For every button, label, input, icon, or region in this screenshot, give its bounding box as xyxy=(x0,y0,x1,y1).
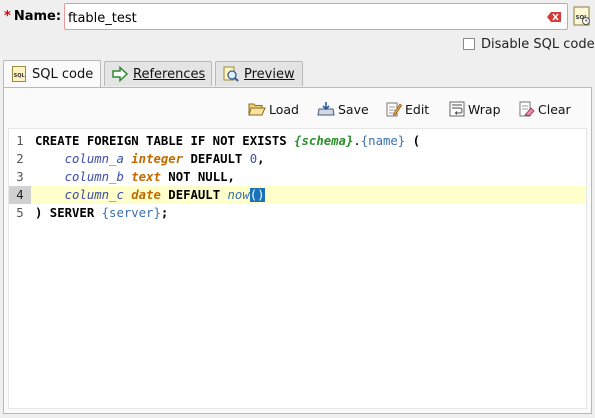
load-label: Load xyxy=(269,101,299,117)
disable-sql-label: Disable SQL code xyxy=(481,37,595,52)
wrap-button[interactable]: Wrap xyxy=(449,99,501,119)
code-token: {name} xyxy=(360,134,406,148)
code-token: integer xyxy=(131,152,184,166)
code-line[interactable]: 4 column_c date DEFAULT now() xyxy=(9,186,586,204)
code-line-text: CREATE FOREIGN TABLE IF NOT EXISTS {sche… xyxy=(35,132,420,150)
line-number: 4 xyxy=(9,186,31,204)
sql-file-icon: SQL xyxy=(11,66,27,82)
save-label: Save xyxy=(338,101,369,117)
name-input[interactable] xyxy=(65,4,535,29)
code-line[interactable]: 3 column_b text NOT NULL, xyxy=(9,168,586,186)
magnifier-icon xyxy=(223,66,239,82)
sql-code-editor[interactable]: 1 CREATE FOREIGN TABLE IF NOT EXISTS {sch… xyxy=(8,128,587,409)
save-icon xyxy=(317,102,335,116)
code-line[interactable]: 1 CREATE FOREIGN TABLE IF NOT EXISTS {sch… xyxy=(9,132,586,150)
code-token: DEFAULT xyxy=(160,188,228,202)
tab-preview[interactable]: Preview xyxy=(215,61,303,86)
code-token: column_c xyxy=(64,188,124,202)
code-line-text: column_b text NOT NULL, xyxy=(35,168,235,186)
eraser-icon[interactable] xyxy=(547,11,561,22)
wrap-icon xyxy=(449,101,465,117)
code-token: . xyxy=(353,134,361,148)
name-field[interactable] xyxy=(64,3,568,30)
matched-bracket: () xyxy=(249,188,265,202)
pencil-icon xyxy=(386,102,402,117)
tab-sql-code[interactable]: SQL SQL code xyxy=(3,60,101,87)
code-token: {server} xyxy=(101,206,161,220)
code-token: CREATE FOREIGN TABLE IF NOT EXISTS xyxy=(35,134,295,148)
tab-sql-code-label: SQL code xyxy=(32,66,94,82)
code-token: DEFAULT xyxy=(183,152,250,166)
tab-preview-label: Preview xyxy=(244,66,295,82)
code-line-text: column_a integer DEFAULT 0, xyxy=(35,150,265,168)
code-token: ; xyxy=(160,206,169,220)
code-line[interactable]: 2 column_a integer DEFAULT 0, xyxy=(9,150,586,168)
code-token: NOT NULL, xyxy=(160,170,235,184)
code-token: now xyxy=(227,188,250,202)
svg-text:SQL: SQL xyxy=(14,73,26,79)
code-line-text: ) SERVER {server}; xyxy=(35,204,168,222)
folder-open-icon xyxy=(248,103,266,116)
line-number: 5 xyxy=(16,206,24,220)
code-token: text xyxy=(131,170,161,184)
wrap-label: Wrap xyxy=(468,101,501,117)
code-token: ( xyxy=(405,134,420,148)
eraser-icon xyxy=(519,101,535,117)
sql-code-panel: Load Save Edit Wrap Clear 1 CREATE FOREI… xyxy=(3,87,592,414)
code-token: ) SERVER xyxy=(35,206,102,220)
name-label-text: Name: xyxy=(13,9,62,24)
edit-label: Edit xyxy=(405,101,430,117)
save-button[interactable]: Save xyxy=(317,99,369,119)
required-mark: * xyxy=(4,9,11,24)
line-number: 3 xyxy=(16,170,24,184)
name-label: * Name: xyxy=(4,8,61,26)
clear-button[interactable]: Clear xyxy=(519,99,571,119)
arrow-right-icon xyxy=(112,65,129,83)
line-number: 1 xyxy=(16,134,24,148)
edit-button[interactable]: Edit xyxy=(386,99,429,119)
clear-label: Clear xyxy=(538,101,571,117)
code-line-text: column_c date DEFAULT now() xyxy=(35,186,265,204)
code-token: column_b xyxy=(64,170,124,184)
code-token: , xyxy=(257,152,265,166)
tab-references[interactable]: References xyxy=(104,61,212,86)
code-token: column_a xyxy=(64,152,124,166)
tab-references-label: References xyxy=(133,66,206,82)
line-number: 2 xyxy=(16,152,24,166)
sql-code-icon[interactable]: SQL xyxy=(573,6,591,26)
code-token: date xyxy=(131,188,161,202)
disable-sql-checkbox[interactable] xyxy=(463,38,475,50)
load-button[interactable]: Load xyxy=(248,99,299,119)
code-token: {schema} xyxy=(294,134,354,148)
code-line[interactable]: 5 ) SERVER {server}; xyxy=(9,204,586,222)
editor-toolbar: Load Save Edit Wrap Clear xyxy=(4,88,591,128)
